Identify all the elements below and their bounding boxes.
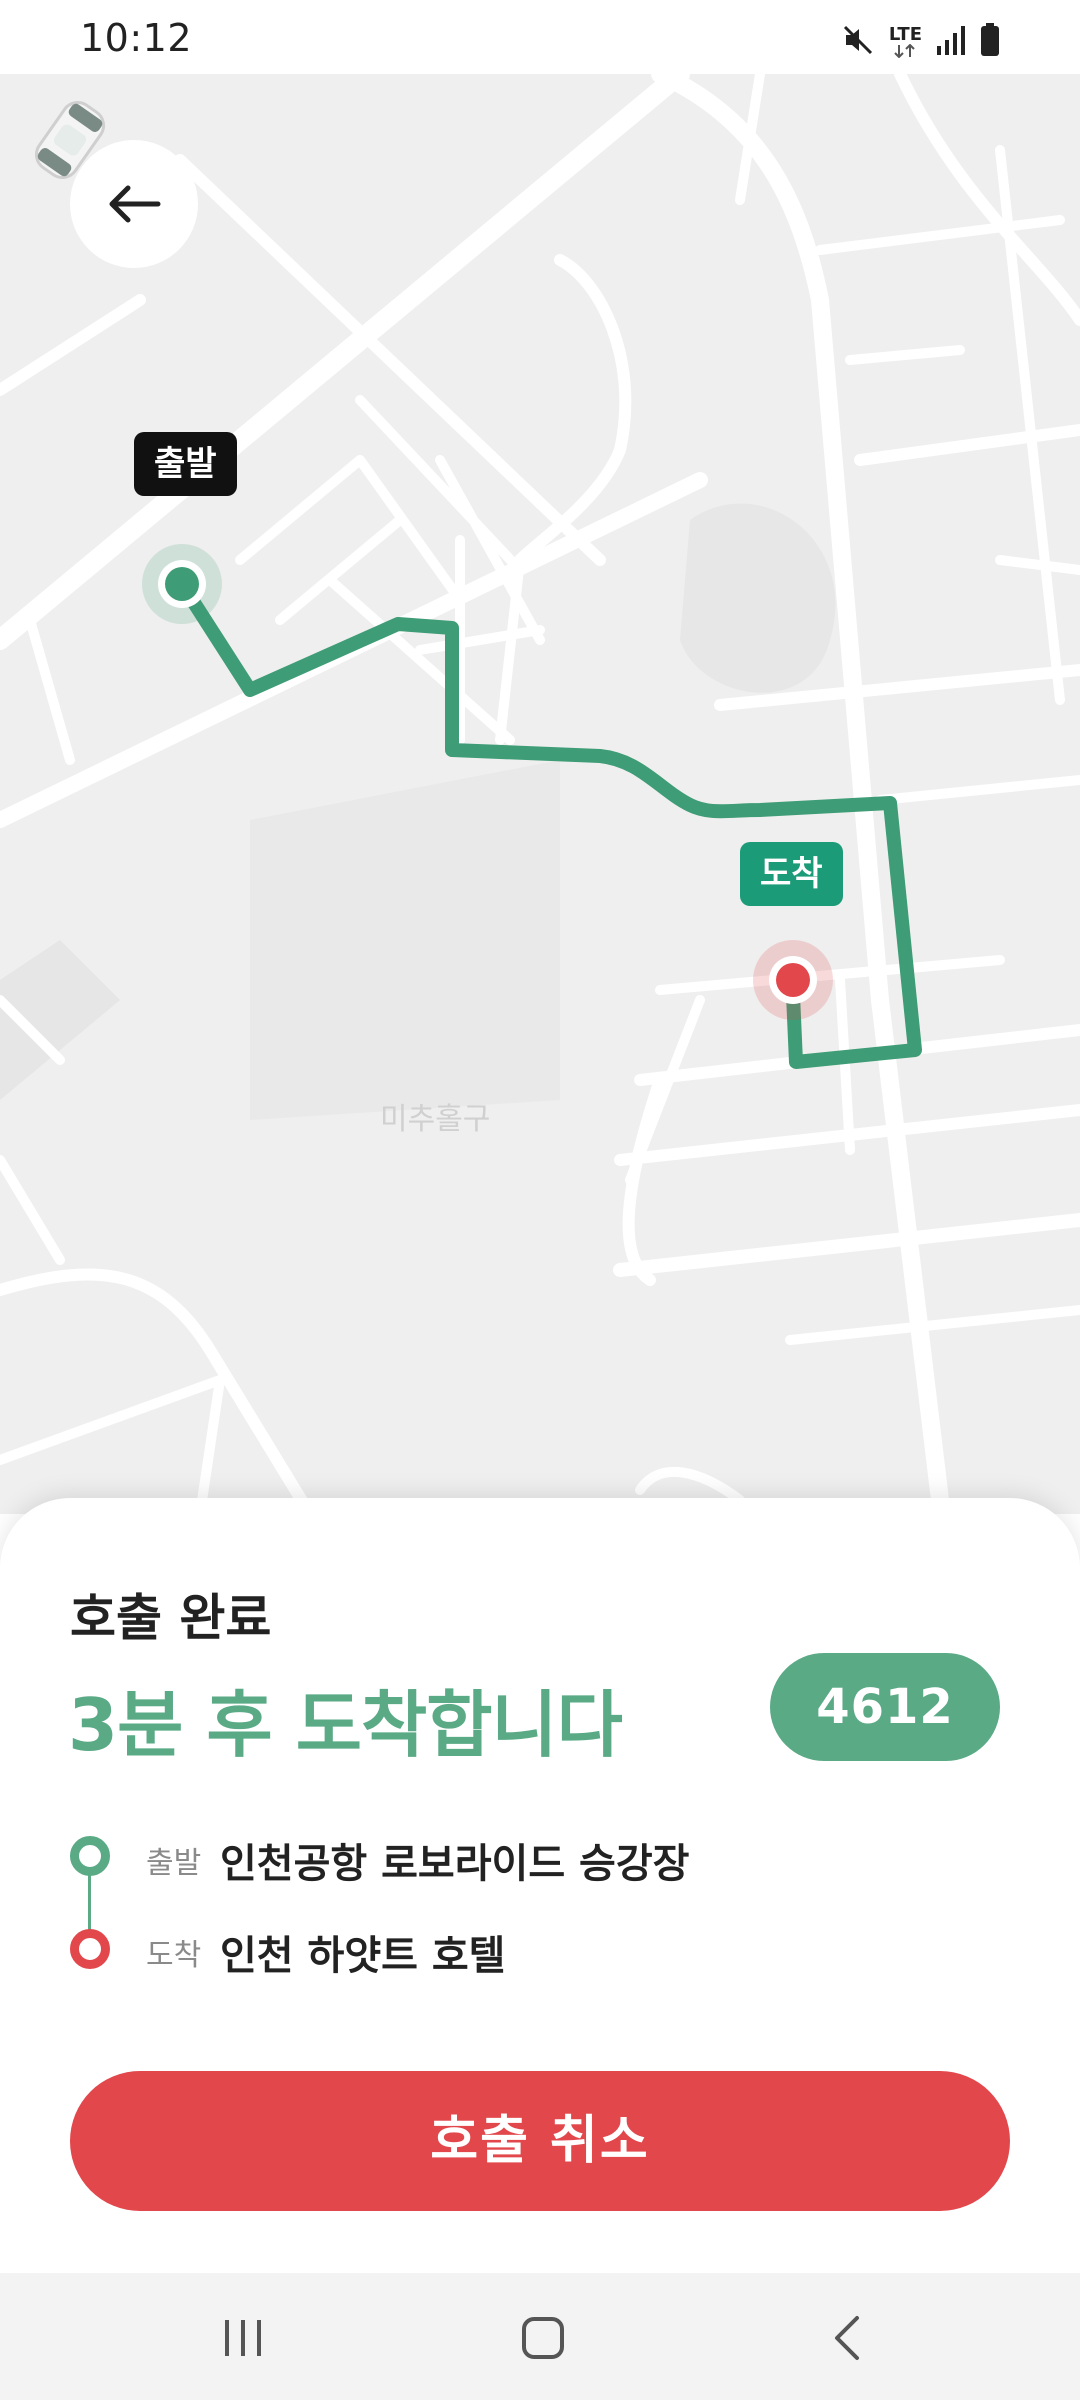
lte-icon: LTE: [889, 26, 922, 58]
recent-apps-icon[interactable]: [208, 2303, 278, 2373]
map-view[interactable]: 미추홀구 출발 도착: [0, 74, 1080, 1514]
end-pin-label: 도착: [740, 842, 843, 906]
start-tag: 출발: [146, 1846, 202, 1881]
status-time: 10:12: [80, 16, 193, 60]
back-button[interactable]: [70, 140, 198, 268]
start-marker: [165, 567, 199, 601]
map-canvas: [0, 74, 1080, 1514]
start-pin-label: 출발: [134, 432, 237, 496]
status-icons: LTE: [841, 22, 1000, 62]
cancel-call-button[interactable]: 호출 취소: [70, 2071, 1010, 2211]
signal-icon: [936, 24, 966, 60]
battery-icon: [980, 23, 1000, 61]
start-place: 인천공항 로보라이드 승강장: [220, 1841, 690, 1887]
app-screen: 10:12 LTE 미추홀구 출발 도착 호출 완료 3분 후 도착합니다 46…: [0, 0, 1080, 2400]
end-tag: 도착: [146, 1938, 202, 1973]
end-place: 인천 하얏트 호텔: [220, 1933, 506, 1979]
district-label: 미추홀구: [380, 1102, 491, 1137]
end-marker: [776, 963, 810, 997]
mute-icon: [841, 23, 875, 61]
network-label: LTE: [888, 24, 922, 45]
home-icon[interactable]: [508, 2303, 578, 2373]
status-bar: 10:12 LTE: [0, 0, 1080, 74]
robot-number-badge: 4612: [770, 1653, 1000, 1761]
call-status-subtitle: 호출 완료: [70, 1589, 272, 1647]
back-arrow-icon: [109, 185, 161, 223]
system-nav-bar: [0, 2273, 1080, 2400]
end-point-icon: [70, 1929, 110, 1969]
start-point-icon: [70, 1836, 110, 1876]
back-nav-icon[interactable]: [812, 2303, 882, 2373]
call-status-sheet: 호출 완료 3분 후 도착합니다 4612 출발 인천공항 로보라이드 승강장 …: [0, 1498, 1080, 2273]
arrival-eta-title: 3분 후 도착합니다: [68, 1683, 623, 1767]
